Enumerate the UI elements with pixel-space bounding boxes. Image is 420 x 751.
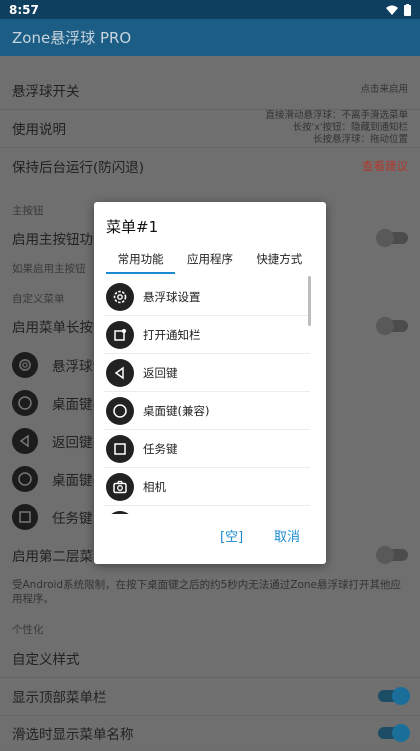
circle-icon: [12, 466, 38, 492]
back-triangle-icon: [106, 358, 134, 387]
list-item[interactable]: 任务键: [104, 430, 310, 468]
usage-hint-line: 长按'x'按钮：隐藏到通知栏: [292, 122, 408, 133]
tab-common-functions[interactable]: 常用功能: [106, 246, 176, 274]
status-bar: 8:57: [0, 0, 420, 19]
back-triangle-icon: [12, 428, 38, 454]
show-menu-name-toggle[interactable]: [378, 724, 410, 742]
list-item-partial[interactable]: [104, 506, 310, 514]
section-header-custom-menu: 自定义菜单: [12, 293, 65, 305]
tab-shortcuts[interactable]: 快捷方式: [245, 246, 314, 274]
square-icon: [12, 504, 38, 530]
app-title: Zone悬浮球 PRO: [12, 29, 132, 47]
second-layer-label: 启用第二层菜单: [12, 549, 107, 565]
list-item[interactable]: 桌面键(兼容): [104, 392, 310, 430]
tab-applications[interactable]: 应用程序: [175, 246, 244, 274]
section-header-personal: 个性化: [12, 624, 44, 636]
cancel-button[interactable]: 取消: [274, 526, 300, 545]
list-item[interactable]: 相机: [104, 468, 310, 506]
menu-picker-dialog: 菜单#1 常用功能 应用程序 快捷方式 悬浮球设置 打开通知栏 返回键 桌面键(…: [94, 202, 326, 564]
list-item-label: 桌面键(兼容): [143, 403, 210, 418]
status-icons: [386, 3, 411, 16]
list-item-label: 任务键: [143, 441, 178, 456]
android-limit-note: 受Android系统限制，在按下桌面键之后的约5秒内无法通过Zone悬浮球打开其…: [12, 579, 402, 605]
custom-style-row[interactable]: 自定义样式: [0, 639, 420, 677]
float-switch-row[interactable]: 悬浮球开关 点击来启用: [0, 71, 420, 109]
notification-icon: [106, 320, 134, 349]
wifi-icon: [386, 5, 398, 15]
camera-icon: [106, 472, 134, 501]
gear-icon: [12, 352, 38, 378]
usage-hint-line: 直接滑动悬浮球：不离手滑选菜单: [265, 110, 408, 121]
menu-slot-label: 桌面键(: [52, 397, 98, 413]
keep-alive-label: 保持后台运行(防闪退): [12, 160, 145, 176]
second-layer-toggle[interactable]: [376, 546, 408, 564]
list-scrollbar[interactable]: [308, 276, 311, 326]
menu-slot-label: 桌面键(: [52, 473, 98, 489]
float-switch-hint: 点击来启用: [360, 84, 408, 95]
show-top-menu-label: 显示顶部菜单栏: [12, 690, 107, 706]
usage-row[interactable]: 使用说明 直接滑动悬浮球：不离手滑选菜单 长按'x'按钮：隐藏到通知栏 长按悬浮…: [0, 109, 420, 147]
battery-icon: [404, 3, 411, 16]
enable-main-button-toggle[interactable]: [376, 229, 408, 247]
menu-slot-label: 任务键: [52, 511, 93, 527]
list-item[interactable]: 返回键: [104, 354, 310, 392]
show-menu-name-label: 滑选时显示菜单名称: [12, 727, 134, 743]
custom-style-label: 自定义样式: [12, 652, 80, 668]
partial-icon: [106, 511, 134, 514]
menu-long-press-toggle[interactable]: [376, 317, 408, 335]
dialog-title: 菜单#1: [106, 218, 159, 236]
usage-label: 使用说明: [12, 122, 66, 138]
list-item[interactable]: 打开通知栏: [104, 316, 310, 354]
app-bar: Zone悬浮球 PRO: [0, 19, 420, 56]
dialog-tabs: 常用功能 应用程序 快捷方式: [106, 246, 314, 274]
keep-alive-row[interactable]: 保持后台运行(防闪退) 查看建议: [0, 147, 420, 185]
list-item-label: 打开通知栏: [143, 327, 201, 342]
show-top-menu-row[interactable]: 显示顶部菜单栏: [0, 677, 420, 715]
list-item[interactable]: 悬浮球设置: [104, 278, 310, 316]
show-menu-name-row[interactable]: 滑选时显示菜单名称: [0, 715, 420, 751]
main-button-note: 如果启用主按钮: [12, 263, 86, 275]
list-item-label: 返回键: [143, 365, 178, 380]
section-header-main-button: 主按钮: [12, 205, 44, 217]
circle-icon: [106, 396, 134, 425]
circle-icon: [12, 390, 38, 416]
keep-alive-suggestion-link[interactable]: 查看建议: [362, 160, 408, 172]
menu-slot-label: 返回键: [52, 435, 93, 451]
show-top-menu-toggle[interactable]: [378, 687, 410, 705]
enable-main-button-label: 启用主按钮功能: [12, 232, 107, 248]
gear-icon: [106, 282, 134, 311]
list-item-label: 悬浮球设置: [143, 289, 201, 304]
usage-hint: 直接滑动悬浮球：不离手滑选菜单 长按'x'按钮：隐藏到通知栏 长按悬浮球：拖动位…: [265, 110, 408, 146]
float-switch-label: 悬浮球开关: [12, 84, 80, 100]
usage-hint-line: 长按悬浮球：拖动位置: [312, 134, 408, 145]
function-list: 悬浮球设置 打开通知栏 返回键 桌面键(兼容) 任务键 相机: [104, 278, 310, 514]
list-item-label: 相机: [143, 479, 166, 494]
status-time: 8:57: [9, 2, 39, 17]
empty-button[interactable]: [空]: [220, 526, 243, 545]
menu-long-press-label: 启用菜单长按: [12, 320, 93, 336]
square-icon: [106, 434, 134, 463]
